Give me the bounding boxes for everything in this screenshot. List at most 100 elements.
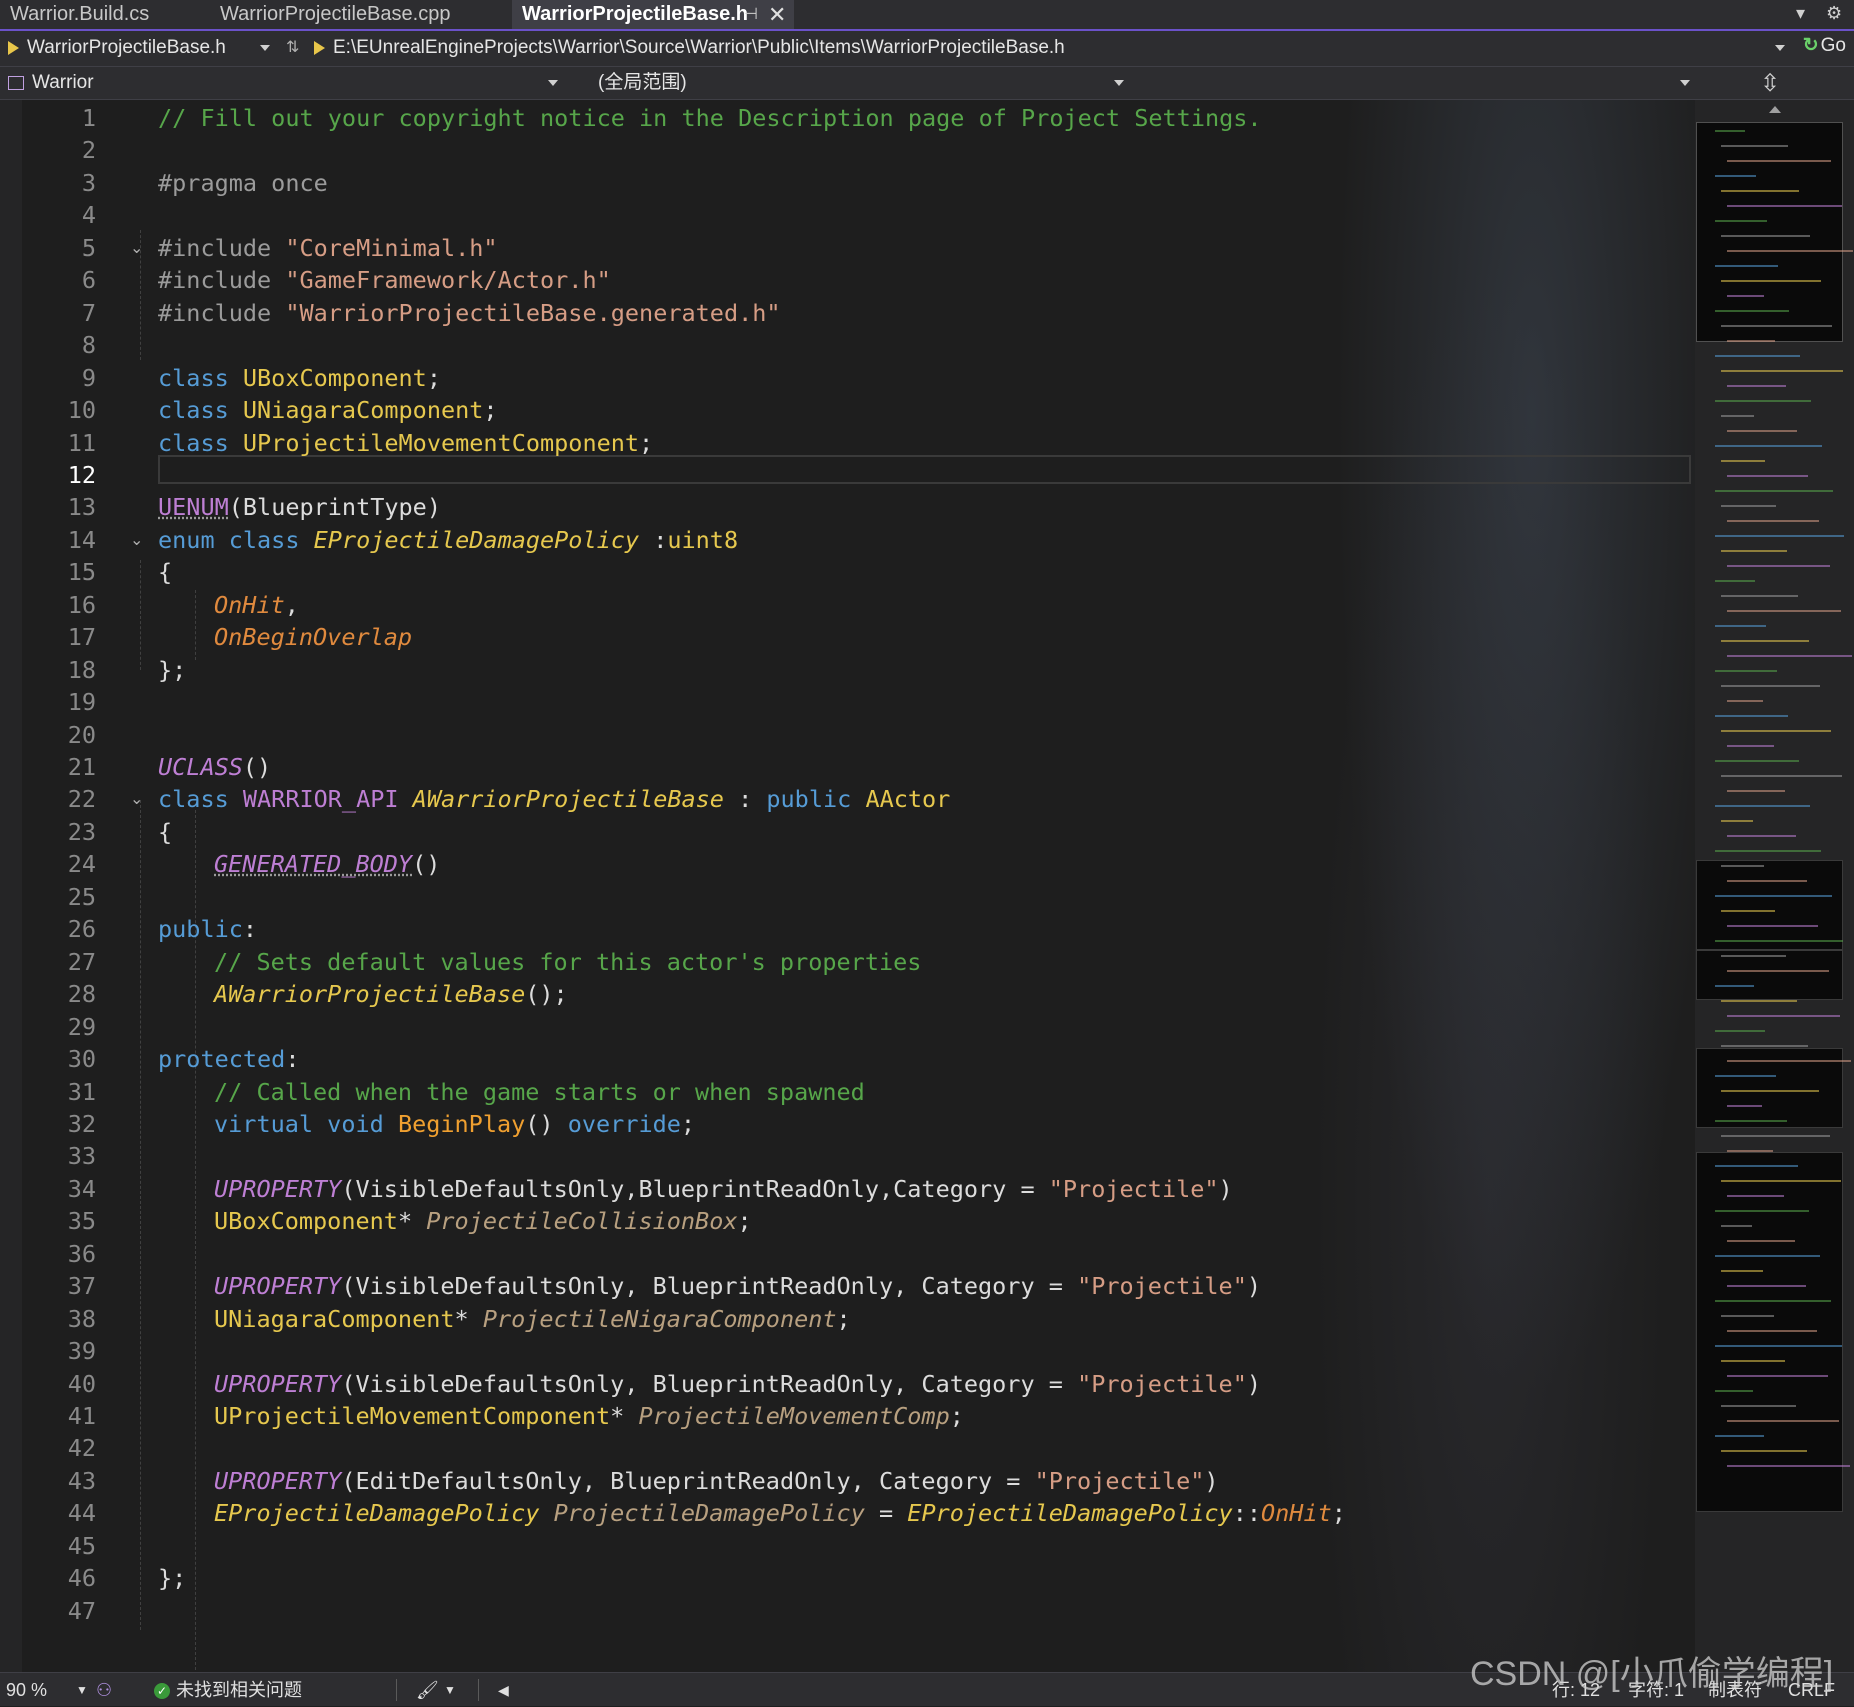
- code-token: (VisibleDefaultsOnly,BlueprintReadOnly,C…: [341, 1174, 1049, 1203]
- code-token: :: [723, 785, 767, 814]
- minimap-line: [1721, 910, 1775, 912]
- line-number: 32: [67, 1109, 96, 1138]
- minimap-line: [1715, 625, 1766, 627]
- issues-indicator[interactable]: ✓ 未找到相关问题: [154, 1673, 302, 1707]
- line-number: 10: [67, 396, 96, 425]
- go-arrow-icon: ↻: [1802, 35, 1819, 56]
- fold-guide: [140, 560, 141, 670]
- code-editor[interactable]: 1 // Fill out your copyright notice in th…: [0, 100, 1695, 1672]
- path-dropdown[interactable]: E:\EUnrealEngineProjects\Warrior\Source\…: [314, 34, 1774, 62]
- minimap-line: [1715, 310, 1789, 312]
- line-number: 12: [67, 460, 96, 489]
- code-token: AWarriorProjectileBase: [214, 980, 526, 1009]
- pin-icon[interactable]: ⊣: [744, 0, 758, 29]
- chevron-down-icon[interactable]: [1680, 80, 1690, 86]
- minimap-block: [1696, 950, 1843, 1000]
- close-icon[interactable]: ✕: [768, 0, 786, 29]
- gear-icon[interactable]: ⚙: [1826, 3, 1842, 24]
- minimap-line: [1727, 610, 1841, 612]
- minimap-line: [1721, 1000, 1797, 1002]
- minimap-line: [1721, 775, 1842, 777]
- check-icon: ✓: [154, 1683, 170, 1700]
- tab-overflow-icon[interactable]: ▾: [1796, 3, 1805, 24]
- code-token: EProjectileDamagePolicy: [313, 525, 640, 554]
- fold-chevron-icon[interactable]: ⌄: [130, 783, 143, 815]
- minimap-line: [1715, 1075, 1776, 1077]
- code-token: UPROPERTY: [214, 1174, 342, 1203]
- code-token: // Sets default values for this actor's …: [214, 947, 922, 976]
- code-token: BeginPlay: [397, 1109, 526, 1138]
- code-token: ;: [836, 1304, 851, 1333]
- code-text: UProjectileMovementComponent* Projectile…: [214, 1400, 964, 1432]
- tab-warrior-projectile-base-h[interactable]: WarriorProjectileBase.h ⊣ ✕: [512, 0, 794, 29]
- indent-guide: [195, 590, 196, 660]
- code-token: "Projectile": [1048, 1174, 1219, 1203]
- code-text: };: [158, 654, 186, 686]
- member-dropdown[interactable]: [1140, 69, 1690, 97]
- code-token: #pragma once: [158, 168, 328, 197]
- fold-chevron-icon[interactable]: ⌄: [130, 232, 143, 264]
- code-token: :: [639, 525, 668, 554]
- file-dropdown[interactable]: WarriorProjectileBase.h: [8, 34, 270, 62]
- minimap-line: [1721, 595, 1798, 597]
- line-number: 43: [67, 1466, 96, 1495]
- minimap-line: [1721, 1225, 1752, 1227]
- minimap-scrollbar[interactable]: [1695, 100, 1854, 1672]
- chevron-down-icon[interactable]: [1775, 45, 1785, 51]
- copilot-icon[interactable]: ⚇: [96, 1673, 112, 1707]
- scroll-left-icon[interactable]: ◀: [498, 1673, 509, 1707]
- line-number: 7: [81, 298, 96, 327]
- chevron-down-icon[interactable]: [260, 45, 270, 51]
- line-number: 34: [67, 1174, 96, 1203]
- scope-dropdown[interactable]: (全局范围): [598, 69, 1118, 97]
- minimap-line: [1721, 235, 1810, 237]
- minimap-line: [1721, 820, 1753, 822]
- minimap-line: [1715, 760, 1799, 762]
- code-token: ProjectileNigaraComponent: [482, 1304, 837, 1333]
- code-text: };: [158, 1562, 186, 1594]
- chevron-down-icon[interactable]: [1114, 80, 1124, 86]
- code-token: "Projectile": [1034, 1466, 1205, 1495]
- chevron-down-icon[interactable]: ▼: [76, 1673, 88, 1707]
- split-editor-icon[interactable]: ⇳: [1760, 69, 1780, 98]
- line-number: 9: [81, 363, 96, 392]
- code-token: (VisibleDefaultsOnly, BlueprintReadOnly,…: [341, 1369, 1078, 1398]
- code-token: enum class: [158, 525, 314, 554]
- go-button[interactable]: ↻ Go: [1803, 34, 1846, 57]
- chevron-down-icon[interactable]: [548, 80, 558, 86]
- minimap-line: [1721, 640, 1809, 642]
- tab-warrior-build-cs[interactable]: Warrior.Build.cs: [0, 0, 208, 29]
- minimap-line: [1721, 370, 1843, 372]
- code-text: UENUM(BlueprintType): [158, 491, 441, 523]
- project-dropdown[interactable]: Warrior: [8, 69, 558, 97]
- code-token: ): [1218, 1174, 1233, 1203]
- chevron-down-icon[interactable]: ▼: [444, 1673, 456, 1707]
- line-number: 8: [81, 331, 96, 360]
- minimap-line: [1727, 700, 1763, 702]
- minimap-viewport[interactable]: [1696, 122, 1843, 342]
- line-number: 45: [67, 1531, 96, 1560]
- split-arrows-icon[interactable]: ⇅: [286, 34, 299, 62]
- code-text: UCLASS(): [158, 751, 271, 783]
- code-token: ;: [680, 1109, 696, 1138]
- code-token: EProjectileDamagePolicy: [214, 1499, 540, 1528]
- code-token: uint8: [667, 525, 739, 554]
- file-navigation-bar: WarriorProjectileBase.h ⇅ E:\EUnrealEngi…: [0, 31, 1854, 67]
- code-text: {: [158, 816, 172, 848]
- zoom-level[interactable]: 90 %: [6, 1673, 47, 1707]
- tab-warrior-projectile-base-cpp[interactable]: WarriorProjectileBase.cpp: [210, 0, 510, 29]
- brush-icon[interactable]: 🖌: [416, 1673, 439, 1707]
- minimap-line: [1727, 790, 1785, 792]
- line-number: 5: [81, 233, 96, 262]
- minimap-line: [1727, 1375, 1828, 1377]
- minimap-line: [1715, 805, 1810, 807]
- code-token: ;: [483, 396, 498, 425]
- minimap-line: [1715, 1120, 1787, 1122]
- fold-chevron-icon[interactable]: ⌄: [130, 524, 143, 556]
- code-token: ProjectileMovementComp: [638, 1402, 950, 1430]
- line-number: 28: [67, 980, 96, 1009]
- minimap-line: [1727, 295, 1764, 297]
- scroll-up-arrow-icon[interactable]: [1769, 106, 1781, 113]
- minimap-line: [1721, 730, 1831, 732]
